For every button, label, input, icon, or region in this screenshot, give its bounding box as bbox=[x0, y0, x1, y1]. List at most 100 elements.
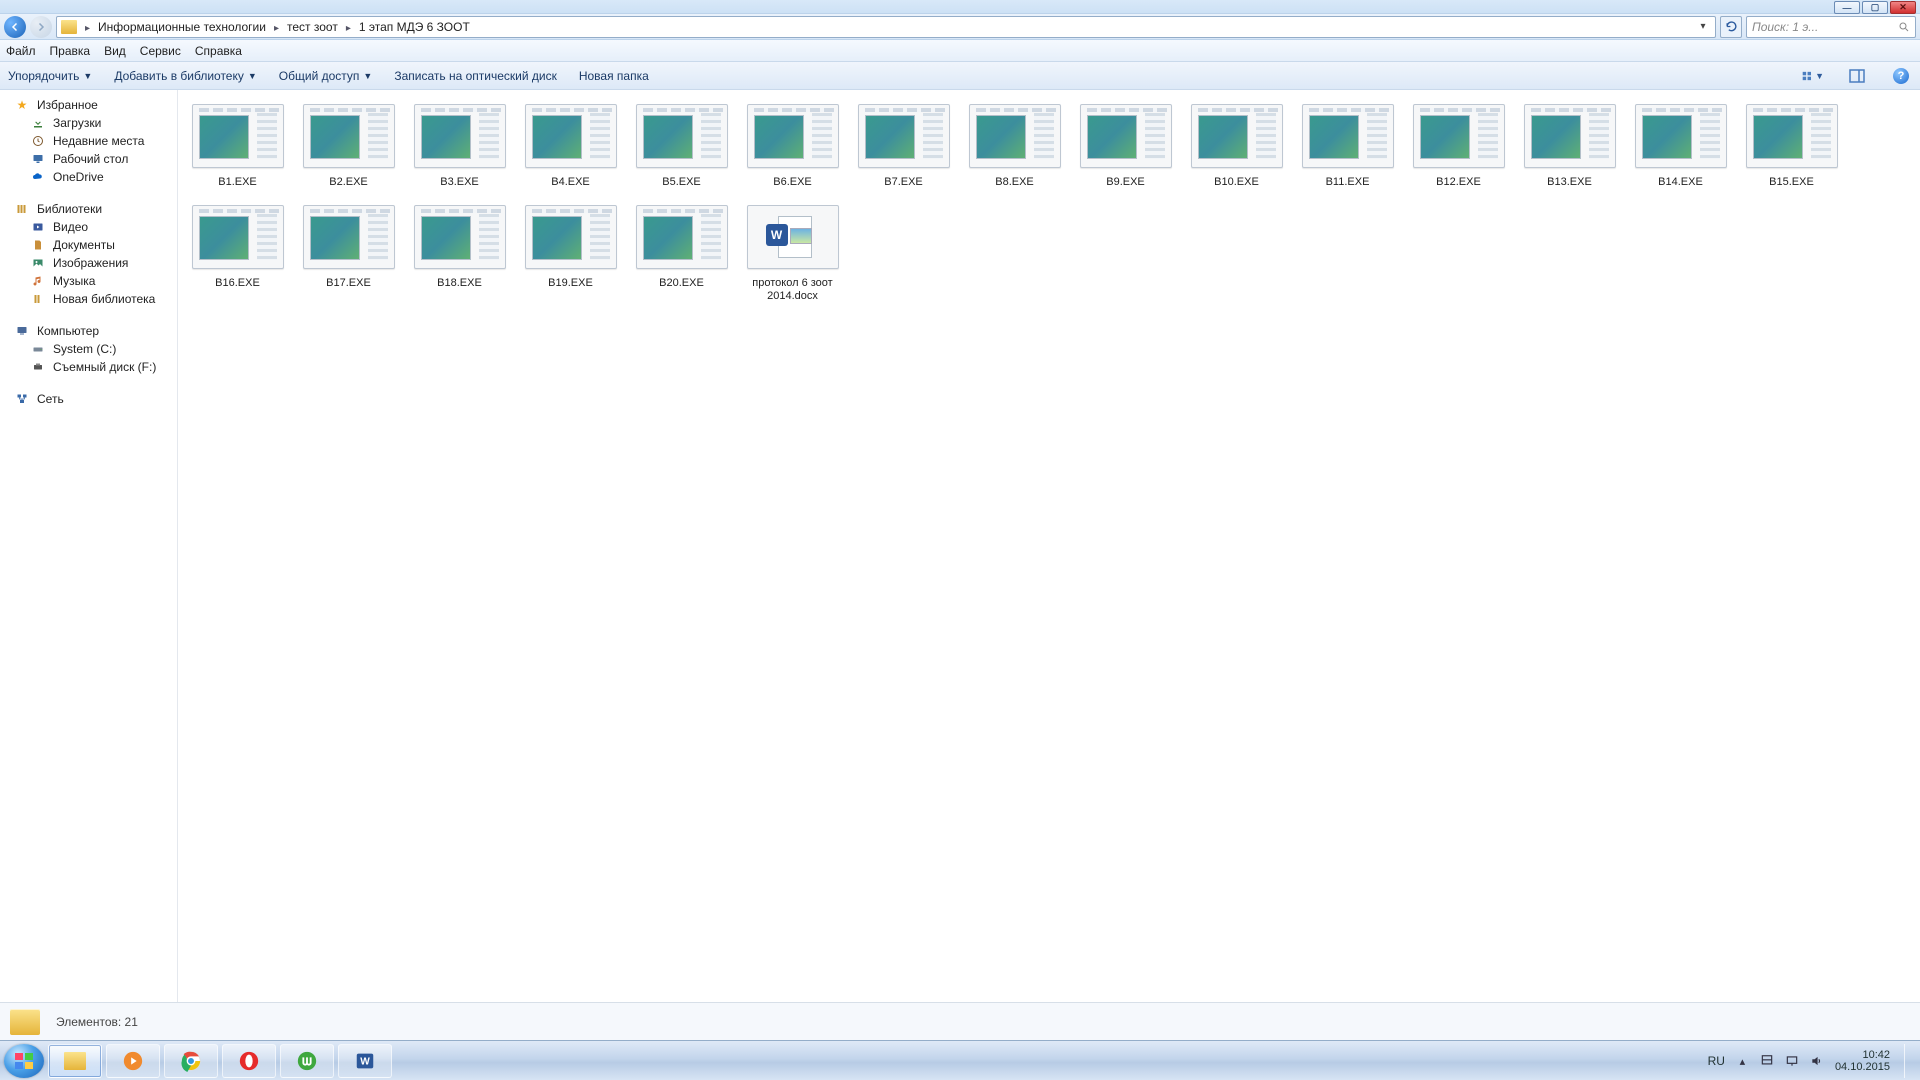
sidebar-item-documents[interactable]: Документы bbox=[0, 236, 177, 254]
file-item[interactable]: В10.EXE bbox=[1181, 104, 1292, 189]
file-label: В14.EXE bbox=[1658, 176, 1703, 189]
file-item[interactable]: В4.EXE bbox=[515, 104, 626, 189]
breadcrumb-item[interactable]: 1 этап МДЭ 6 ЗООТ bbox=[359, 20, 470, 34]
start-button[interactable] bbox=[4, 1044, 44, 1078]
file-item[interactable]: В11.EXE bbox=[1292, 104, 1403, 189]
close-button[interactable]: ✕ bbox=[1890, 1, 1916, 14]
file-label: В19.EXE bbox=[548, 277, 593, 290]
shared-access-button[interactable]: Общий доступ ▼ bbox=[279, 69, 373, 83]
file-item[interactable]: В2.EXE bbox=[293, 104, 404, 189]
file-item[interactable]: В9.EXE bbox=[1070, 104, 1181, 189]
file-item[interactable]: В5.EXE bbox=[626, 104, 737, 189]
file-item[interactable]: В18.EXE bbox=[404, 205, 515, 303]
file-item[interactable]: В13.EXE bbox=[1514, 104, 1625, 189]
file-item[interactable]: В16.EXE bbox=[182, 205, 293, 303]
sidebar-computer[interactable]: Компьютер bbox=[0, 322, 177, 340]
file-item[interactable]: В15.EXE bbox=[1736, 104, 1847, 189]
new-folder-button[interactable]: Новая папка bbox=[579, 69, 649, 83]
sidebar-item-downloads[interactable]: Загрузки bbox=[0, 114, 177, 132]
explorer-icon bbox=[64, 1052, 86, 1070]
file-item[interactable]: В3.EXE bbox=[404, 104, 515, 189]
file-label: В7.EXE bbox=[884, 176, 923, 189]
action-center-icon[interactable] bbox=[1760, 1054, 1775, 1069]
sidebar-libraries[interactable]: Библиотеки bbox=[0, 200, 177, 218]
exe-thumbnail bbox=[858, 104, 950, 168]
language-indicator[interactable]: RU bbox=[1708, 1054, 1725, 1068]
taskbar-opera[interactable] bbox=[222, 1044, 276, 1078]
system-tray: RU ▴ 10:42 04.10.2015 bbox=[1708, 1041, 1914, 1080]
breadcrumb-item[interactable]: Информационные технологии bbox=[98, 20, 266, 34]
file-item[interactable]: В19.EXE bbox=[515, 205, 626, 303]
taskbar-explorer[interactable] bbox=[48, 1044, 102, 1078]
file-item[interactable]: В14.EXE bbox=[1625, 104, 1736, 189]
sidebar-item-drive-c[interactable]: System (C:) bbox=[0, 340, 177, 358]
preview-pane-button[interactable] bbox=[1846, 65, 1868, 87]
file-item[interactable]: В7.EXE bbox=[848, 104, 959, 189]
exe-thumbnail bbox=[414, 205, 506, 269]
file-item[interactable]: В17.EXE bbox=[293, 205, 404, 303]
organize-button[interactable]: Упорядочить ▼ bbox=[8, 69, 92, 83]
video-icon bbox=[30, 220, 46, 234]
clock[interactable]: 10:42 04.10.2015 bbox=[1835, 1049, 1890, 1073]
burn-button[interactable]: Записать на оптический диск bbox=[394, 69, 557, 83]
window-titlebar: — ▢ ✕ bbox=[0, 0, 1920, 14]
onedrive-icon bbox=[30, 170, 46, 184]
document-icon bbox=[30, 238, 46, 252]
file-item[interactable]: В6.EXE bbox=[737, 104, 848, 189]
sidebar-item-desktop[interactable]: Рабочий стол bbox=[0, 150, 177, 168]
forward-button[interactable] bbox=[30, 16, 52, 38]
tray-chevron-icon[interactable]: ▴ bbox=[1735, 1054, 1750, 1069]
files-pane[interactable]: В1.EXEВ2.EXEВ3.EXEВ4.EXE В5.EXE В6.EXE В7.E… bbox=[178, 90, 1920, 1002]
address-bar[interactable]: Информационные технологии тест зоот 1 эт… bbox=[56, 16, 1716, 38]
breadcrumb-item[interactable]: тест зоот bbox=[287, 20, 338, 34]
sidebar-item-videos[interactable]: Видео bbox=[0, 218, 177, 236]
file-label: В5.EXE bbox=[662, 176, 701, 189]
maximize-button[interactable]: ▢ bbox=[1862, 1, 1888, 14]
address-dropdown[interactable]: ▾ bbox=[1695, 21, 1711, 32]
docx-thumbnail: W bbox=[747, 205, 839, 269]
menu-service[interactable]: Сервис bbox=[140, 44, 181, 58]
sidebar-favorites[interactable]: ★ Избранное bbox=[0, 96, 177, 114]
sidebar-network[interactable]: Сеть bbox=[0, 390, 177, 408]
show-desktop-button[interactable] bbox=[1904, 1044, 1914, 1078]
sidebar-item-recent[interactable]: Недавние места bbox=[0, 132, 177, 150]
taskbar-media-player[interactable] bbox=[106, 1044, 160, 1078]
sidebar-item-pictures[interactable]: Изображения bbox=[0, 254, 177, 272]
file-item[interactable]: В12.EXE bbox=[1403, 104, 1514, 189]
volume-icon[interactable] bbox=[1810, 1054, 1825, 1069]
sidebar-item-new-library[interactable]: Новая библиотека bbox=[0, 290, 177, 308]
exe-thumbnail bbox=[525, 104, 617, 168]
file-item[interactable]: В1.EXE bbox=[182, 104, 293, 189]
file-item[interactable]: Wпротокол 6 зоот 2014.docx bbox=[737, 205, 848, 303]
network-tray-icon[interactable] bbox=[1785, 1054, 1800, 1069]
menu-help[interactable]: Справка bbox=[195, 44, 242, 58]
exe-thumbnail bbox=[303, 205, 395, 269]
status-items-label: Элементов: bbox=[56, 1015, 121, 1029]
menu-file[interactable]: Файл bbox=[6, 44, 36, 58]
menu-edit[interactable]: Правка bbox=[50, 44, 91, 58]
sidebar-item-drive-f[interactable]: Съемный диск (F:) bbox=[0, 358, 177, 376]
drive-icon bbox=[30, 342, 46, 356]
breadcrumb-separator bbox=[272, 20, 281, 34]
taskbar-chrome[interactable] bbox=[164, 1044, 218, 1078]
opera-icon bbox=[238, 1050, 260, 1072]
file-item[interactable]: В20.EXE bbox=[626, 205, 737, 303]
exe-thumbnail bbox=[1080, 104, 1172, 168]
menu-view[interactable]: Вид bbox=[104, 44, 126, 58]
search-box[interactable]: Поиск: 1 э... bbox=[1746, 16, 1916, 38]
file-item[interactable]: В8.EXE bbox=[959, 104, 1070, 189]
taskbar-utorrent[interactable] bbox=[280, 1044, 334, 1078]
help-button[interactable]: ? bbox=[1890, 65, 1912, 87]
sidebar-item-onedrive[interactable]: OneDrive bbox=[0, 168, 177, 186]
status-bar: Элементов: 21 bbox=[0, 1002, 1920, 1040]
back-button[interactable] bbox=[4, 16, 26, 38]
exe-thumbnail bbox=[192, 205, 284, 269]
music-icon bbox=[30, 274, 46, 288]
view-options-button[interactable]: ▼ bbox=[1802, 65, 1824, 87]
downloads-icon bbox=[30, 116, 46, 130]
refresh-button[interactable] bbox=[1720, 16, 1742, 38]
taskbar-word[interactable]: W bbox=[338, 1044, 392, 1078]
add-to-library-button[interactable]: Добавить в библиотеку ▼ bbox=[114, 69, 256, 83]
minimize-button[interactable]: — bbox=[1834, 1, 1860, 14]
sidebar-item-music[interactable]: Музыка bbox=[0, 272, 177, 290]
